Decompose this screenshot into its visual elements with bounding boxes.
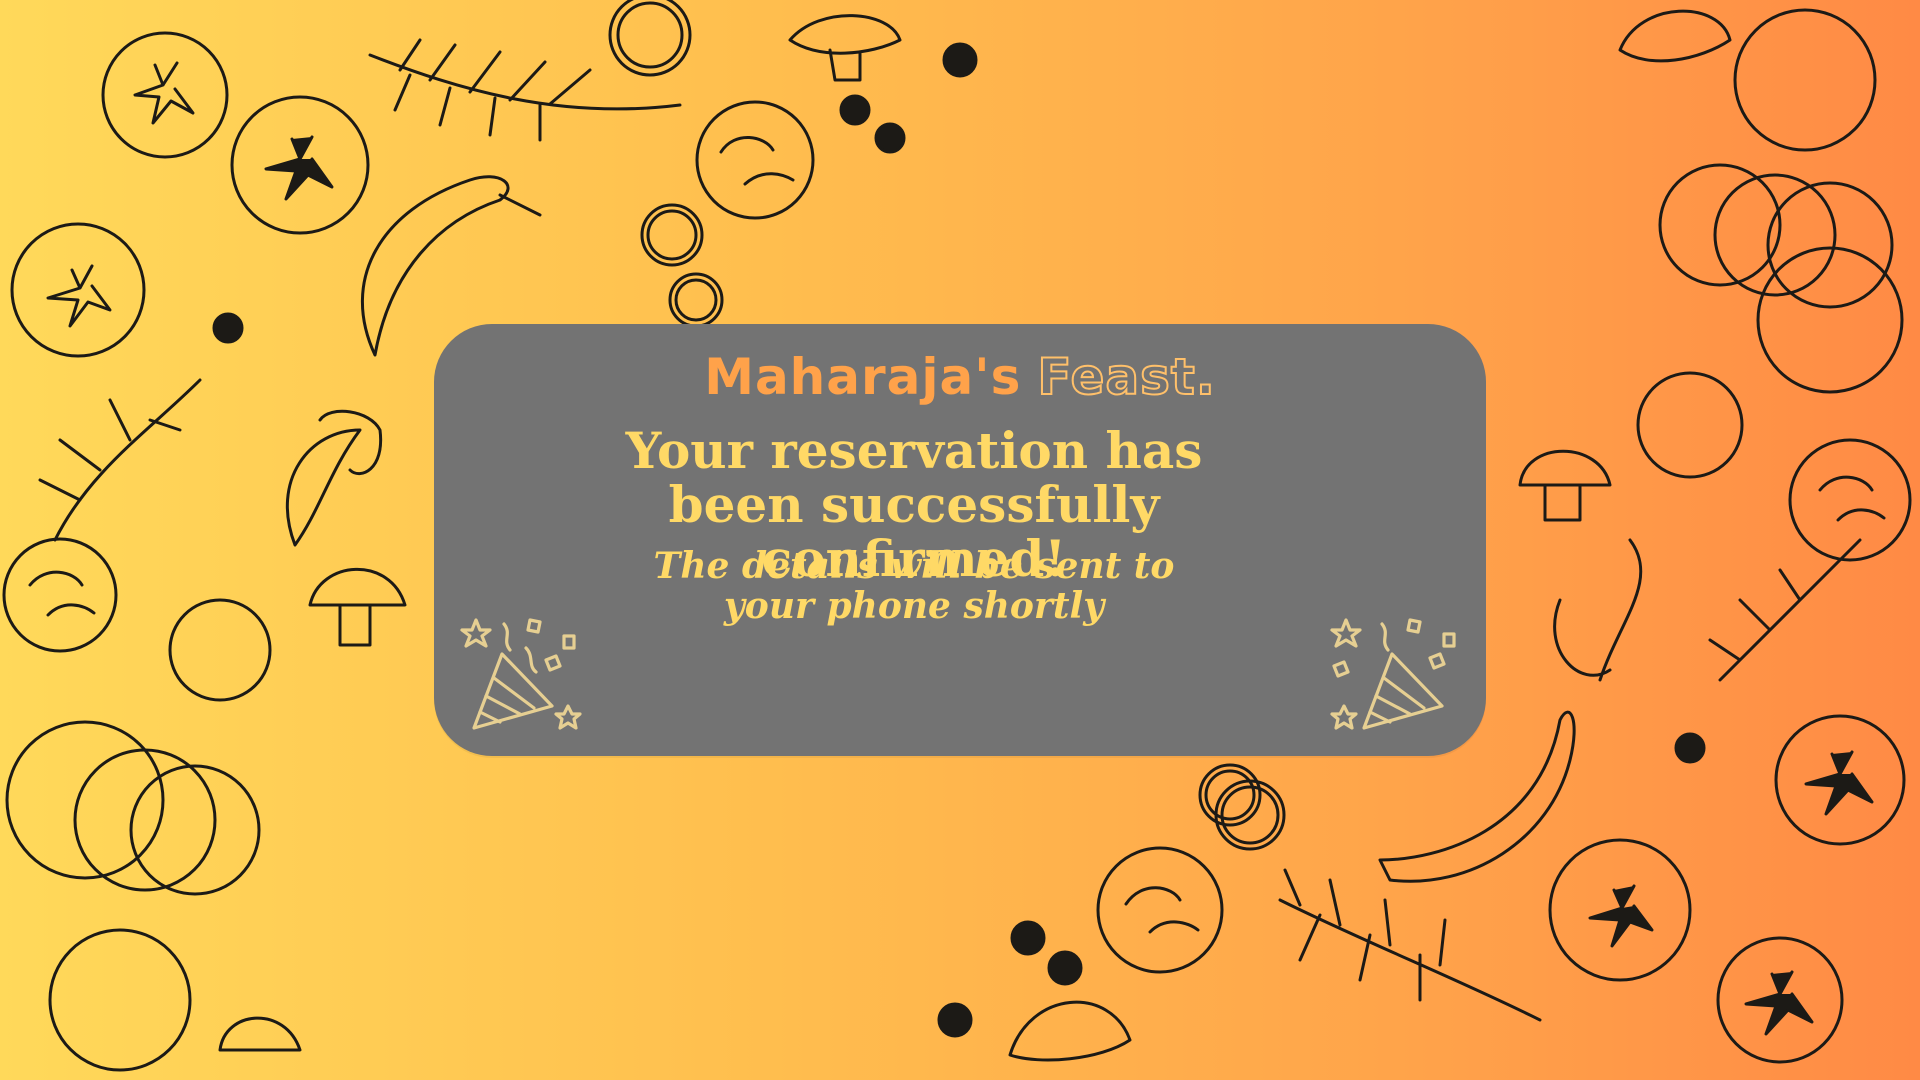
olive-doodle bbox=[874, 122, 906, 154]
tomato-doodle bbox=[101, 31, 229, 159]
reservation-confirmation-card: Maharaja's Feast. Your reservation has be… bbox=[434, 324, 1486, 756]
mushroom-doodle bbox=[1636, 371, 1744, 479]
garlic-doodle bbox=[285, 409, 383, 547]
brand-name-secondary: Feast. bbox=[1036, 347, 1216, 407]
mushroom-doodle bbox=[1008, 1000, 1132, 1062]
sausage-doodle bbox=[48, 928, 192, 1072]
olive-doodle bbox=[1047, 950, 1083, 986]
herb-doodle bbox=[1708, 538, 1862, 682]
pepperoni-doodle bbox=[1788, 438, 1912, 562]
mushroom-doodle bbox=[308, 567, 407, 647]
tomato-doodle bbox=[1774, 714, 1906, 846]
pepperoni-doodle bbox=[1096, 846, 1224, 974]
olive-doodle bbox=[1674, 732, 1706, 764]
party-popper-icon bbox=[1330, 618, 1456, 730]
garlic-doodle bbox=[1553, 538, 1643, 682]
onion-ring-doodle bbox=[640, 203, 704, 267]
onion-ring-doodle bbox=[608, 0, 692, 77]
confirmation-details: The details will be sent to your phone s… bbox=[653, 545, 1175, 627]
mushroom-doodle bbox=[168, 598, 272, 702]
pepperoni-doodle bbox=[2, 537, 118, 653]
onion-ring-doodle bbox=[1198, 763, 1262, 827]
sausage-doodle bbox=[1733, 8, 1877, 152]
sausage-doodle bbox=[5, 720, 261, 896]
pepperoni-doodle bbox=[695, 100, 815, 220]
brand-name-primary: Maharaja's bbox=[704, 348, 1022, 406]
sausage-doodle bbox=[1658, 163, 1894, 309]
olive-doodle bbox=[942, 42, 978, 78]
onion-ring-doodle bbox=[1214, 779, 1286, 851]
mushroom-doodle bbox=[218, 1016, 302, 1052]
olive-doodle bbox=[212, 312, 244, 344]
herb-doodle bbox=[368, 38, 682, 142]
herb-doodle bbox=[38, 378, 202, 542]
olive-doodle bbox=[937, 1002, 973, 1038]
mushroom-doodle bbox=[788, 14, 902, 82]
tomato-doodle bbox=[1548, 838, 1692, 982]
restaurant-logo: Maharaja's Feast. bbox=[434, 347, 1486, 407]
herb-doodle bbox=[1278, 868, 1542, 1022]
mushroom-doodle bbox=[1518, 449, 1612, 522]
party-popper-icon bbox=[460, 618, 582, 730]
tomato-doodle bbox=[1716, 936, 1844, 1064]
onion-ring-doodle bbox=[668, 272, 724, 328]
tomato-doodle bbox=[230, 95, 370, 235]
tomato-doodle bbox=[10, 222, 146, 358]
olive-doodle bbox=[1010, 920, 1046, 956]
mushroom-doodle bbox=[1618, 9, 1732, 63]
sausage-doodle bbox=[1756, 246, 1904, 394]
olive-doodle bbox=[839, 94, 871, 126]
